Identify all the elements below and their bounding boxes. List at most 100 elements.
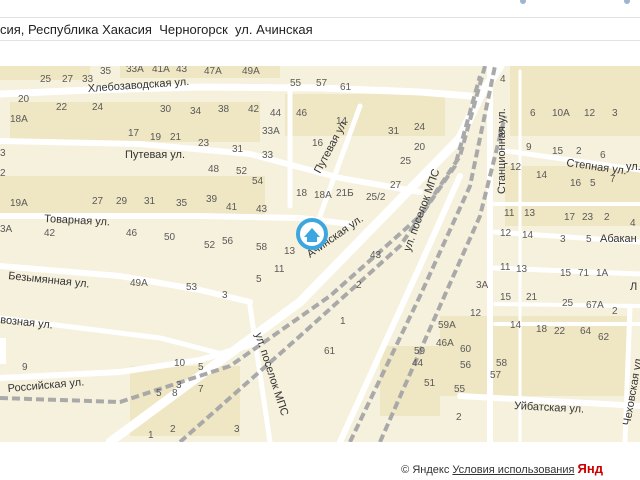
house-number: 35 [100,66,112,77]
house-number: 15 [500,292,512,303]
map-view[interactable]: Хлебозаводская ул. Путевая ул. Путевая у… [0,66,640,442]
house-number: 5 [586,234,592,245]
house-number: 12 [510,162,522,173]
house-number: 7 [610,174,616,185]
house-number: 27 [62,74,74,85]
house-number: 18 [536,324,548,335]
house-number: 22 [554,326,566,337]
house-number: 2 [456,412,462,423]
house-number: 27 [390,180,402,191]
house-number: 11 [274,264,285,275]
house-number: 31 [388,126,400,137]
house-number: 25 [400,156,412,167]
house-marker-icon[interactable] [296,218,328,250]
house-number: 15 [560,268,572,279]
house-number: 14 [510,320,522,331]
house-number: 39 [206,194,218,205]
house-number: 48 [208,164,220,175]
house-number: 5 [156,388,162,399]
house-number: 3 [612,108,618,119]
house-number: 8 [172,388,178,399]
house-number: 43 [370,250,382,261]
house-number: 13 [516,264,528,275]
house-number: 25 [40,74,52,85]
house-number: 6 [600,150,606,161]
house-number: 4 [500,74,506,85]
house-number: 3 [560,234,566,245]
house-number: 14 [522,230,534,241]
house-number: 2 [0,168,6,179]
house-number: 33 [262,150,274,161]
house-number: 58 [496,358,508,369]
house-number: 17 [128,128,140,139]
edge-panel [0,338,6,364]
house-number: 17 [564,212,576,223]
house-number: 35 [176,198,188,209]
house-number: 16 [312,138,324,149]
house-number: 57 [316,78,328,89]
house-number: 5 [590,178,596,189]
house-number: 58 [256,242,268,253]
street-label: ул. [626,161,640,173]
house-number: 47А [204,66,222,77]
street-label: Уйбатская ул. [514,400,585,416]
house-number: 2 [356,280,362,291]
house-number: 5 [256,274,262,285]
house-number: 23 [198,138,210,149]
house-number: 10 [174,358,186,369]
house-number: 3А [476,280,489,291]
yandex-logo: Янд [577,461,603,476]
house-number: 31 [232,144,244,155]
house-number: 4 [630,218,636,229]
house-number: 3 [234,424,240,435]
street-label: Абакан [600,233,637,245]
house-number: 49А [130,278,148,289]
house-number: 52 [204,240,216,251]
house-number: 61 [324,346,336,357]
house-number: 12 [500,228,512,239]
house-number: 44 [270,108,282,119]
house-number: 5 [498,128,504,139]
house-number: 12 [470,308,482,319]
house-number: 55 [454,384,466,395]
house-number: 27 [92,196,104,207]
house-number: 42 [248,104,260,115]
address-bar: сия, Республика Хакасия Черногорск ул. А… [0,17,640,41]
house-number: 41А [152,66,170,75]
top-strip [0,0,640,16]
house-number: 13 [284,246,296,257]
house-number: 43 [176,66,188,75]
house-number: 60 [460,344,472,355]
address-text: сия, Республика Хакасия Черногорск ул. А… [0,22,313,37]
house-number: 61 [340,82,352,93]
house-number: 19 [150,132,162,143]
house-number: 3 [0,148,6,159]
house-number: 2 [576,146,582,157]
house-number: 14 [536,170,548,181]
house-number: 9 [22,362,28,373]
house-number: 38 [218,104,230,115]
house-number: 23 [582,212,594,223]
house-number: 52 [236,166,248,177]
house-number: 71 [578,268,590,279]
house-number: 25/2 [366,192,386,203]
house-number: 22 [56,102,68,113]
house-number: 43 [256,204,268,215]
street-label: Путевая ул. [125,149,185,161]
house-number: 34 [190,106,202,117]
house-number: 56 [222,236,234,247]
house-number: 54 [252,176,264,187]
house-number: 67А [586,300,604,311]
house-number: 50 [164,232,176,243]
house-number: 5 [198,362,204,373]
terms-link[interactable]: Условия использования [452,464,574,476]
house-number: 3А [0,224,13,235]
map-canvas[interactable]: Хлебозаводская ул. Путевая ул. Путевая у… [0,66,640,442]
street-label: Станционная ул. [496,108,508,194]
house-number: 55 [290,78,302,89]
house-number: 33 [82,74,94,85]
house-number: 18 [296,188,308,199]
house-number: 15 [552,146,564,157]
house-number: 24 [414,122,426,133]
house-number: 1 [340,316,346,327]
